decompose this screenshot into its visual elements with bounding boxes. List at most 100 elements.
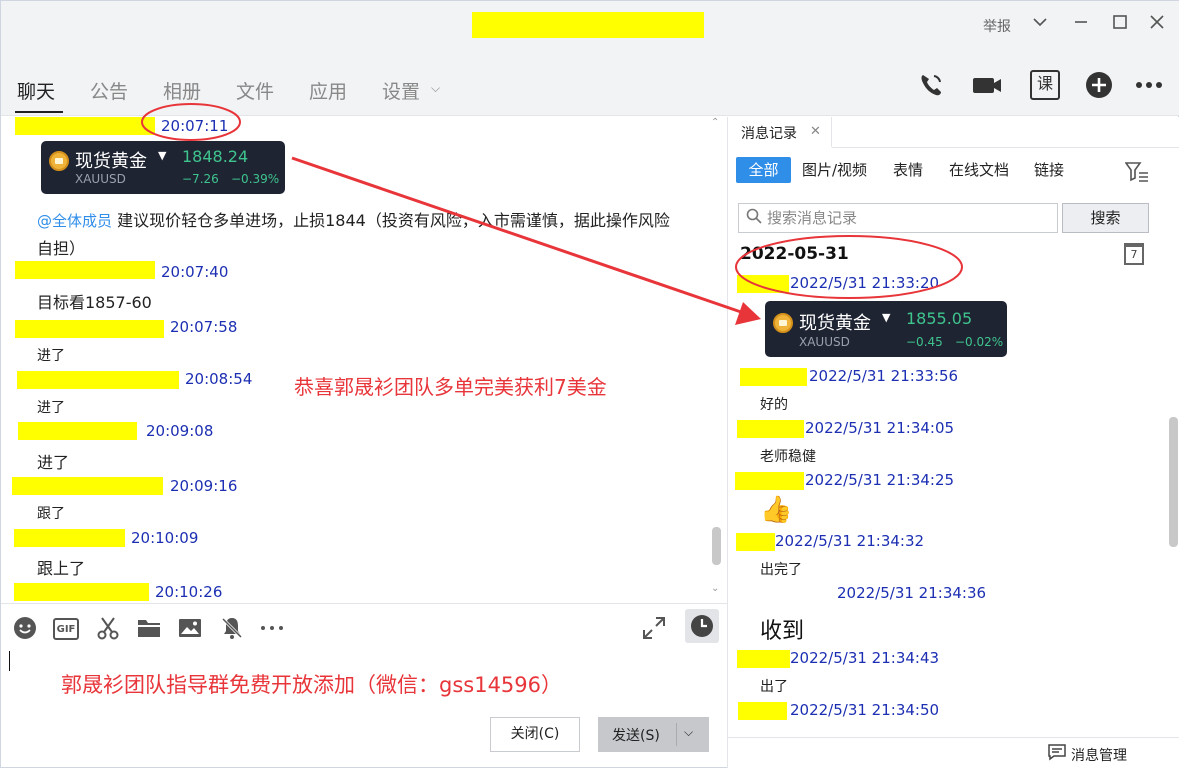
- send-divider: [676, 723, 677, 746]
- history-tab[interactable]: 消息记录 ✕: [728, 117, 832, 148]
- message-input[interactable]: 郭晟衫团队指导群免费开放添加（微信：gss14596）: [61, 669, 562, 699]
- message-time: 20:08:54: [185, 370, 253, 388]
- text-cursor: [9, 651, 10, 671]
- message-time: 20:07:40: [161, 263, 229, 281]
- message-manage-button[interactable]: 消息管理: [1071, 745, 1127, 765]
- scroll-down-icon[interactable]: ⌄: [711, 583, 719, 594]
- date-heading: 2022-05-31: [740, 244, 849, 264]
- redacted-sender: [15, 261, 155, 279]
- more-icon[interactable]: [1134, 70, 1164, 100]
- history-text: 好的: [760, 397, 788, 413]
- redacted-sender: [17, 371, 179, 389]
- message-text: @全体成员 建议现价轻仓多单进场，止损1844（投资有风险，入市需谨慎，据此操作…: [37, 207, 717, 262]
- expand-icon[interactable]: [641, 616, 667, 642]
- message-text: 进了: [37, 453, 70, 472]
- tab-files[interactable]: 文件: [236, 77, 274, 104]
- gold-quote-card[interactable]: 现货黄金 ▼ XAUUSD 1848.24 −7.26 −0.39%: [41, 141, 285, 194]
- message-time: 20:07:58: [170, 318, 238, 336]
- report-button[interactable]: 举报: [983, 16, 1011, 36]
- message-text: 进了: [37, 400, 65, 416]
- filter-links[interactable]: 链接: [1034, 159, 1064, 180]
- title-bar: 举报: [1, 1, 1179, 51]
- calendar-icon[interactable]: 7: [1124, 243, 1144, 265]
- close-icon[interactable]: [1145, 13, 1169, 37]
- message-text: 目标看1857-60: [37, 293, 152, 312]
- redacted-sender: [740, 368, 807, 386]
- filter-sticker[interactable]: 表情: [893, 159, 923, 180]
- redacted-sender: [737, 275, 789, 293]
- scissors-icon[interactable]: [95, 616, 121, 642]
- course-icon[interactable]: 课: [1030, 70, 1060, 100]
- phone-icon[interactable]: [916, 70, 946, 100]
- minimize-icon[interactable]: [1069, 13, 1093, 37]
- message-manage-icon[interactable]: [1048, 743, 1066, 765]
- search-button[interactable]: 搜索: [1062, 203, 1149, 233]
- history-time: 2022/5/31 21:34:43: [790, 649, 940, 667]
- history-time: 2022/5/31 21:34:36: [837, 584, 987, 602]
- history-footer: 消息管理: [728, 737, 1179, 768]
- folder-icon[interactable]: [136, 616, 162, 642]
- history-search-input[interactable]: [767, 207, 1052, 229]
- filter-icon[interactable]: [1124, 161, 1149, 188]
- tab-chat[interactable]: 聊天: [17, 77, 55, 104]
- history-text: 出完了: [760, 562, 802, 578]
- settings-chevron-icon[interactable]: ⌵: [431, 81, 440, 96]
- caret-down-icon: ▼: [882, 311, 891, 324]
- message-time: 20:09:08: [146, 422, 214, 440]
- send-label[interactable]: 发送(S): [612, 725, 660, 745]
- tab-apps[interactable]: 应用: [309, 77, 347, 104]
- clock-icon[interactable]: [685, 609, 719, 643]
- redacted-sender: [15, 117, 155, 135]
- scroll-up-icon[interactable]: ⌃: [711, 117, 719, 128]
- gold-coin-icon: [773, 313, 793, 333]
- message-text: 跟上了: [37, 559, 86, 578]
- message-time: 20:07:11: [161, 117, 229, 135]
- redacted-sender: [735, 472, 804, 490]
- message-text: 进了: [37, 348, 65, 364]
- send-button[interactable]: 发送(S) ⌵: [598, 717, 709, 752]
- redacted-sender: [14, 529, 125, 547]
- redacted-sender: [12, 477, 163, 495]
- video-icon[interactable]: [972, 70, 1002, 100]
- history-time: 2022/5/31 21:33:56: [809, 367, 959, 385]
- quote-price: 1855.05: [906, 309, 973, 328]
- image-icon[interactable]: [177, 616, 203, 642]
- emoji-icon[interactable]: [12, 616, 38, 642]
- chat-scrollbar[interactable]: [712, 527, 721, 565]
- chevron-down-icon[interactable]: [1028, 13, 1052, 37]
- quote-name: 现货黄金: [75, 151, 147, 172]
- quote-change: −0.45: [906, 335, 943, 349]
- gif-icon[interactable]: GIF: [53, 618, 79, 640]
- gold-quote-card[interactable]: 现货黄金 ▼ XAUUSD 1855.05 −0.45 −0.02%: [765, 301, 1007, 357]
- tab-announcement[interactable]: 公告: [90, 77, 128, 104]
- more-icon[interactable]: [259, 616, 285, 642]
- redacted-sender: [14, 583, 149, 601]
- tab-settings[interactable]: 设置: [382, 77, 420, 104]
- redacted-sender: [736, 533, 775, 551]
- mute-bell-icon[interactable]: [219, 616, 245, 642]
- filter-docs[interactable]: 在线文档: [949, 159, 1009, 180]
- close-tab-icon[interactable]: ✕: [810, 124, 821, 139]
- caret-down-icon: ▼: [158, 149, 167, 162]
- group-tabs: 聊天 公告 相册 文件 应用 设置 ⌵ 课: [1, 51, 1179, 116]
- history-scrollbar[interactable]: [1169, 417, 1178, 547]
- active-tab-indicator: [15, 111, 63, 113]
- redacted-sender: [18, 422, 137, 440]
- history-text: 出了: [760, 679, 788, 695]
- send-options-chevron-icon[interactable]: ⌵: [684, 725, 693, 740]
- filter-all[interactable]: 全部: [736, 157, 791, 183]
- profit-annotation: 恭喜郭晟衫团队多单完美获利7美金: [294, 375, 607, 399]
- maximize-icon[interactable]: [1108, 13, 1132, 37]
- tab-album[interactable]: 相册: [163, 77, 201, 104]
- mention-all[interactable]: @全体成员: [37, 212, 112, 230]
- quote-percent: −0.02%: [955, 335, 1004, 349]
- history-text: 老师稳健: [760, 449, 816, 465]
- close-button[interactable]: 关闭(C): [490, 717, 580, 752]
- quote-price: 1848.24: [182, 147, 249, 166]
- quote-name: 现货黄金: [799, 313, 871, 334]
- history-tab-label: 消息记录: [741, 126, 797, 142]
- add-icon[interactable]: [1084, 70, 1114, 100]
- quote-change: −7.26: [182, 172, 219, 186]
- filter-media[interactable]: 图片/视频: [802, 159, 867, 180]
- chat-message-list[interactable]: 20:07:11 现货黄金 ▼ XAUUSD 1848.24 −7.26 −0.…: [1, 117, 727, 603]
